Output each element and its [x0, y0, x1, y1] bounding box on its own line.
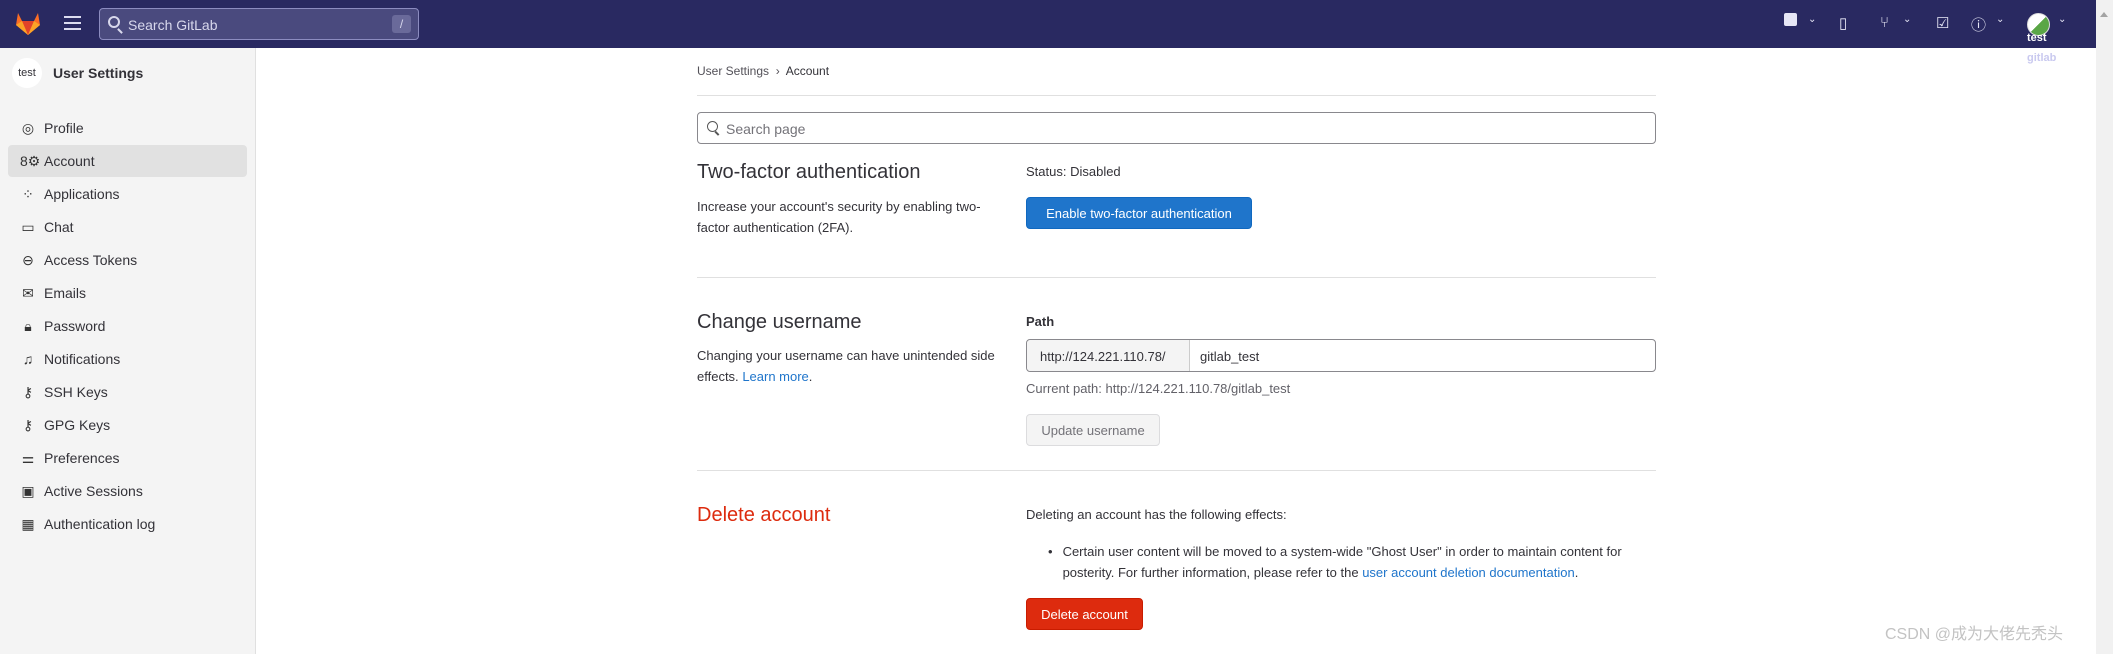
sidebar-item-access-tokens[interactable]: ⊖ Access Tokens — [8, 244, 247, 276]
current-path: Current path: http://124.221.110.78/gitl… — [1026, 381, 1291, 396]
todo-icon[interactable]: ☑ — [1936, 14, 1949, 32]
preferences-icon: ⚌ — [21, 449, 35, 466]
breadcrumb-parent[interactable]: User Settings — [697, 64, 769, 78]
gitlab-logo[interactable] — [15, 11, 41, 36]
two-factor-status: Status: Disabled — [1026, 164, 1121, 179]
delete-effect-item: • Certain user content will be moved to a… — [1048, 544, 1622, 580]
key-icon: ⚷ — [22, 383, 34, 400]
sidebar-item-emails[interactable]: ✉ Emails — [8, 277, 247, 309]
plus-square-icon[interactable] — [1784, 13, 1797, 26]
chevron-down-icon[interactable]: ⌄ — [1903, 14, 1911, 25]
sidebar-item-notifications[interactable]: ♫ Notifications — [8, 343, 247, 375]
shortcut-badge: / — [392, 15, 411, 33]
change-username-title: Change username — [697, 311, 862, 333]
enable-2fa-button[interactable]: Enable two-factor authentication — [1026, 197, 1252, 229]
sidebar-item-label: Access Tokens — [44, 252, 138, 268]
lock-icon: 🔒︎ — [24, 317, 32, 334]
sidebar-item-password[interactable]: 🔒︎ Password — [8, 310, 247, 342]
mail-icon: ✉ — [22, 284, 34, 301]
sidebar-item-label: Preferences — [44, 450, 120, 466]
log-icon: ▦ — [21, 515, 35, 532]
chevron-down-icon[interactable]: ⌄ — [2058, 14, 2066, 25]
account-icon: 8⚙ — [20, 152, 41, 169]
sidebar-item-applications[interactable]: ⁘ Applications — [8, 178, 247, 210]
learn-more-link[interactable]: Learn more — [742, 369, 808, 384]
delete-account-button[interactable]: Delete account — [1026, 598, 1143, 630]
sidebar-item-label: Authentication log — [44, 516, 156, 532]
search-placeholder: Search GitLab — [128, 17, 218, 33]
sidebar-item-profile[interactable]: ◎ Profile — [8, 112, 247, 144]
sidebar-item-label: Profile — [44, 120, 84, 136]
sidebar-title: User Settings — [53, 65, 144, 81]
sidebar-item-gpg-keys[interactable]: ⚷ GPG Keys — [8, 409, 247, 441]
sidebar-item-account[interactable]: 8⚙ Account — [8, 145, 247, 177]
sidebar-item-authentication-log[interactable]: ▦ Authentication log — [8, 508, 247, 540]
sidebar: test User Settings ◎ Profile 8⚙ Account ⁘ Appl… — [0, 48, 256, 654]
sidebar-item-label: Applications — [44, 186, 120, 202]
user-sub: gitlab — [2027, 52, 2057, 64]
sidebar-item-label: Emails — [44, 285, 87, 301]
delete-intro: Deleting an account has the following ef… — [1026, 507, 1287, 522]
chevron-down-icon[interactable]: ⌄ — [1996, 14, 2004, 25]
issues-icon[interactable]: ▯ — [1839, 14, 1847, 32]
breadcrumb: User Settings › Account — [697, 64, 830, 78]
sidebar-item-label: Chat — [44, 219, 74, 235]
two-factor-desc: Increase your account's security by enab… — [697, 199, 981, 235]
avatar: test — [12, 58, 42, 88]
bell-icon: ♫ — [22, 351, 34, 367]
two-factor-title: Two-factor authentication — [697, 161, 921, 183]
sidebar-item-label: Active Sessions — [44, 483, 143, 499]
search-page-placeholder: Search page — [726, 121, 806, 137]
sidebar-item-label: Notifications — [44, 351, 121, 367]
scroll-up-icon[interactable] — [2100, 8, 2108, 17]
update-username-button[interactable]: Update username — [1026, 414, 1160, 446]
deletion-docs-link[interactable]: user account deletion documentation — [1362, 565, 1574, 580]
watermark: CSDN @成为大佬先秃头 — [1885, 626, 2064, 643]
divider — [697, 95, 1656, 96]
username-input[interactable]: gitlab_test — [1190, 340, 1259, 371]
divider — [697, 277, 1656, 278]
applications-icon: ⁘ — [22, 185, 34, 202]
sidebar-item-ssh-keys[interactable]: ⚷ SSH Keys — [8, 376, 247, 408]
search-icon — [108, 16, 120, 28]
top-navbar: Search GitLab / ⌄ ▯ ⑂ ⌄ ☑ ⓘ ⌄ test ⌄ — [0, 0, 2096, 48]
menu-icon[interactable] — [64, 16, 81, 34]
sidebar-item-active-sessions[interactable]: ▣ Active Sessions — [8, 475, 247, 507]
path-label: Path — [1026, 314, 1055, 329]
merge-request-icon[interactable]: ⑂ — [1880, 14, 1889, 31]
change-username-desc: Changing your username can have unintend… — [697, 348, 995, 384]
delete-account-title: Delete account — [697, 504, 831, 526]
sidebar-item-label: Password — [44, 318, 106, 334]
path-prefix: http://124.221.110.78/ — [1027, 340, 1190, 371]
global-search-input[interactable]: Search GitLab / — [99, 8, 419, 40]
user-name: test — [2027, 32, 2047, 44]
key-icon: ⚷ — [22, 416, 34, 433]
sidebar-item-label: Account — [44, 153, 95, 169]
sidebar-item-label: SSH Keys — [44, 384, 108, 400]
profile-icon: ◎ — [21, 119, 35, 136]
sidebar-item-label: GPG Keys — [44, 417, 111, 433]
scrollbar[interactable] — [2096, 0, 2113, 654]
sidebar-item-preferences[interactable]: ⚌ Preferences — [8, 442, 247, 474]
search-page-input[interactable]: Search page — [697, 112, 1656, 144]
sidebar-header[interactable]: test User Settings — [12, 58, 143, 88]
breadcrumb-current: Account — [785, 64, 830, 78]
monitor-icon: ▣ — [21, 482, 35, 499]
divider — [697, 470, 1656, 471]
username-path-field[interactable]: http://124.221.110.78/gitlab_test — [1026, 339, 1656, 372]
chevron-down-icon[interactable]: ⌄ — [1808, 14, 1816, 25]
sidebar-item-chat[interactable]: ▭ Chat — [8, 211, 247, 243]
search-icon — [707, 121, 718, 132]
token-icon: ⊖ — [22, 251, 34, 268]
chat-icon: ▭ — [21, 218, 35, 235]
help-icon[interactable]: ⓘ — [1971, 14, 1986, 35]
